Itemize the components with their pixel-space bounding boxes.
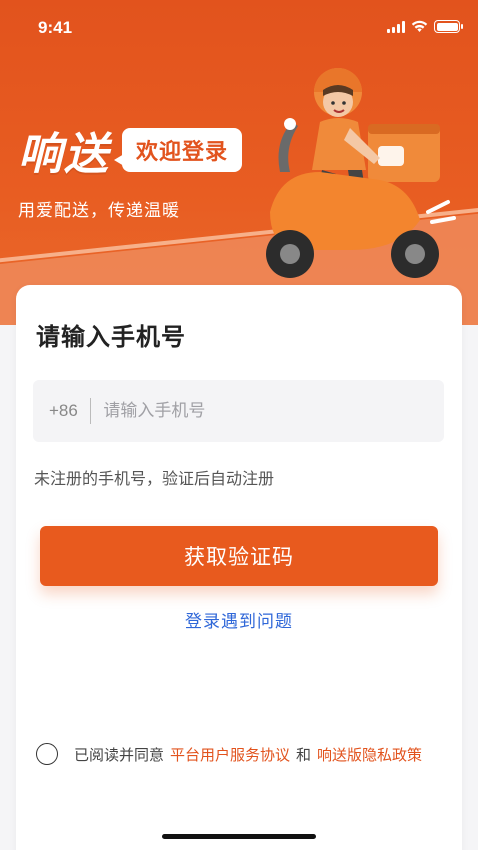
page-title: 请输入手机号 [36, 323, 186, 351]
phone-input[interactable] [103, 401, 384, 421]
privacy-policy-link[interactable]: 响送版隐私政策 [317, 744, 422, 765]
brand-name: 响送 [18, 129, 110, 180]
brand-block: 响送 欢迎登录 用爱配送，传递温暖 [18, 118, 243, 221]
agreement-row: 已阅读并同意 平台用户服务协议 和 响送版隐私政策 [36, 743, 422, 765]
field-divider [89, 398, 92, 424]
status-time: 9:41 [38, 18, 73, 37]
signal-icon [387, 20, 405, 33]
battery-icon [434, 20, 463, 33]
service-agreement-link[interactable]: 平台用户服务协议 [170, 744, 290, 765]
get-code-button[interactable]: 获取验证码 [40, 526, 438, 586]
welcome-badge: 欢迎登录 [113, 128, 243, 172]
status-bar: 9:41 [0, 0, 478, 56]
agreement-conjunction: 和 [296, 745, 312, 764]
register-hint: 未注册的手机号，验证后自动注册 [34, 469, 275, 488]
wifi-icon [411, 20, 428, 32]
login-card: 请输入手机号 +86 未注册的手机号，验证后自动注册 获取验证码 登录遇到问题 … [16, 285, 462, 850]
slogan: 用爱配送，传递温暖 [18, 201, 180, 221]
phone-field[interactable]: +86 [33, 380, 444, 442]
home-indicator[interactable] [162, 834, 316, 839]
agreement-prefix: 已阅读并同意 [74, 745, 165, 764]
login-problem-link[interactable]: 登录遇到问题 [16, 607, 462, 632]
country-code[interactable]: +86 [49, 401, 78, 421]
delivery-rider-illustration [266, 68, 456, 278]
agreement-radio[interactable] [36, 743, 58, 765]
